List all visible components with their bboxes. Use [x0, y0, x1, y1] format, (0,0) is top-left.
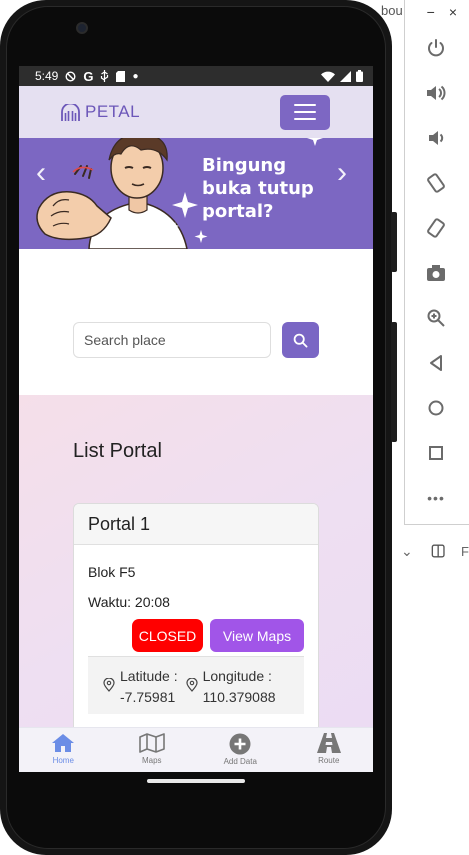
portal-card-title: Portal 1 [74, 504, 318, 545]
latitude-label: Latitude : [120, 668, 178, 684]
hamburger-line [294, 104, 316, 106]
nav-label-maps: Maps [141, 756, 162, 765]
camera-icon [427, 265, 445, 281]
more-button[interactable]: ••• [418, 483, 454, 513]
split-view-icon[interactable] [431, 543, 445, 559]
zoom-button[interactable] [418, 303, 454, 333]
rotate-left-button[interactable] [418, 168, 454, 198]
plus-circle-icon [229, 733, 251, 755]
brand-logo[interactable]: PETAL [61, 102, 140, 122]
power-button[interactable] [418, 33, 454, 63]
chevron-down-icon[interactable]: ⌄ [401, 543, 413, 560]
screenshot-button[interactable] [418, 258, 454, 288]
nav-item-route[interactable]: Route [285, 728, 374, 772]
home-button[interactable] [418, 393, 454, 423]
phone-screen: 5:49 G ● PETAL ‹ › Bingung buka tutup po… [19, 66, 373, 772]
more-icon: ••• [427, 490, 445, 506]
overview-button[interactable] [418, 438, 454, 468]
map-icon [138, 733, 165, 753]
search-button[interactable] [282, 322, 319, 358]
hamburger-line [294, 118, 316, 120]
gate-logo-icon [61, 103, 80, 121]
hero-banner: ‹ › Bingung buka tutup portal? [19, 138, 373, 249]
power-icon [428, 39, 444, 57]
gesture-home-bar[interactable] [147, 779, 245, 783]
rotate-right-icon [427, 218, 445, 238]
back-icon [430, 355, 442, 371]
rotate-right-button[interactable] [418, 213, 454, 243]
section-title: List Portal [73, 440, 162, 462]
close-button[interactable]: × [449, 4, 457, 20]
zoom-icon [427, 309, 445, 327]
nav-item-maps[interactable]: Maps [108, 728, 197, 772]
app-header: PETAL [19, 86, 373, 138]
nav-label-home: Home [52, 756, 74, 765]
signal-icon [340, 70, 351, 82]
battery-icon [356, 70, 363, 82]
carousel-prev-button[interactable]: ‹ [36, 158, 46, 188]
latitude-value: -7.75981 [120, 689, 176, 705]
ide-toolbar-strip: — ⌄ F [380, 538, 469, 564]
nav-label-add-data: Add Data [223, 757, 257, 766]
road-icon [316, 733, 341, 753]
google-icon: G [83, 68, 94, 84]
status-time: 5:49 [35, 69, 59, 83]
home-icon [428, 400, 444, 416]
editor-letter-fragment: F [461, 543, 469, 559]
front-camera [76, 22, 88, 34]
brand-name: PETAL [85, 102, 141, 121]
portal-time: Waktu: 20:08 [88, 594, 170, 610]
portal-location: Blok F5 [88, 564, 136, 580]
longitude-value: 110.379088 [202, 689, 276, 705]
banner-illustration [36, 138, 208, 249]
rotate-left-icon [427, 173, 445, 193]
dot-icon: ● [132, 70, 139, 82]
emulator-window-controls: − × [404, 0, 469, 24]
home-icon [52, 734, 75, 752]
location-pin-icon [103, 678, 115, 692]
search-section [19, 249, 373, 395]
usb-icon [101, 70, 109, 82]
hamburger-menu-button[interactable] [280, 94, 330, 130]
view-maps-button[interactable]: View Maps [210, 619, 304, 652]
window-title-fragment: bou [381, 3, 403, 18]
wifi-icon [321, 71, 335, 82]
side-volume-button [391, 212, 397, 272]
portal-card-body: Blok F5 Waktu: 20:08 CLOSED View Maps La… [74, 545, 318, 732]
back-button[interactable] [418, 348, 454, 378]
volume-up-button[interactable] [418, 78, 454, 108]
shield-off-icon [65, 70, 76, 82]
status-bar: 5:49 G ● [19, 66, 373, 86]
banner-headline: Bingung buka tutup portal? [202, 155, 314, 222]
longitude-label: Longitude : [202, 668, 272, 684]
minimize-button[interactable]: − [427, 4, 435, 20]
nav-item-home[interactable]: Home [19, 728, 108, 772]
hamburger-line [294, 111, 316, 113]
coordinates-panel: Latitude : -7.75981 Longitude : 110.3790… [88, 656, 304, 714]
location-pin-icon [186, 678, 198, 692]
volume-down-icon [429, 131, 444, 145]
volume-down-button[interactable] [418, 123, 454, 153]
sd-card-icon [116, 70, 126, 82]
portal-list-section: List Portal Portal 1 Blok F5 Waktu: 20:0… [19, 395, 373, 735]
portal-card: Portal 1 Blok F5 Waktu: 20:08 CLOSED Vie… [73, 503, 319, 733]
latitude-block: Latitude : -7.75981 [103, 666, 178, 708]
phone-frame: 5:49 G ● PETAL ‹ › Bingung buka tutup po… [0, 0, 397, 855]
nav-label-route: Route [318, 756, 340, 765]
status-badge[interactable]: CLOSED [132, 619, 203, 652]
longitude-block: Longitude : 110.379088 [186, 666, 276, 708]
overview-icon [429, 446, 443, 460]
search-input[interactable] [73, 322, 271, 358]
nav-item-add-data[interactable]: Add Data [196, 728, 285, 772]
bottom-nav: Home Maps Add Data Route [19, 727, 373, 772]
sparkle-icon [307, 138, 323, 146]
side-power-button [391, 322, 397, 442]
search-icon [293, 333, 308, 347]
volume-up-icon [427, 85, 446, 101]
